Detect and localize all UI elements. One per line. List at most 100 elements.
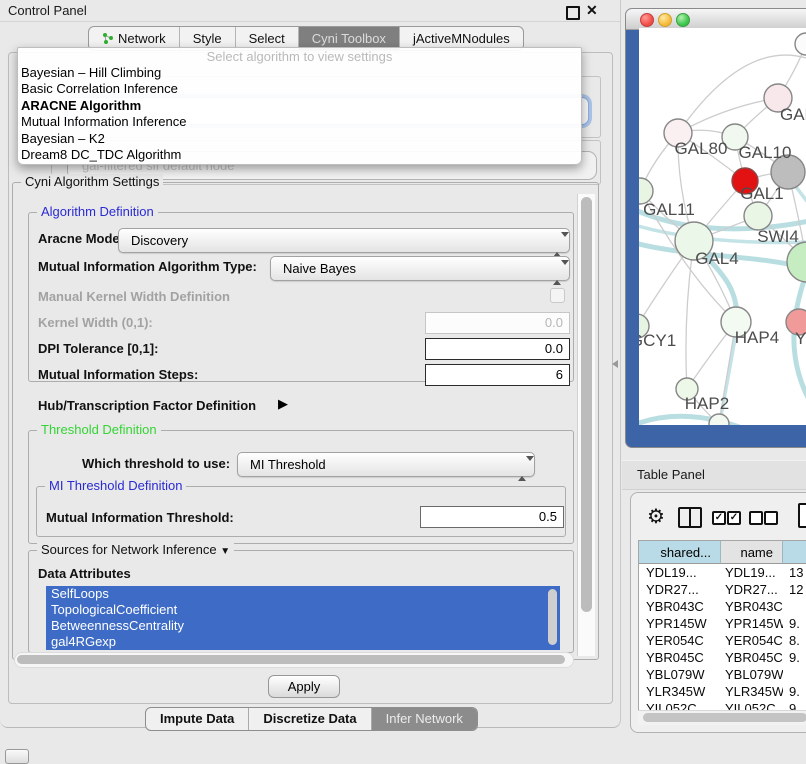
kernel-width-field[interactable]: 0.0 — [425, 312, 570, 334]
node-label-gal80: GAL80 — [675, 139, 728, 158]
scrollbar-thumb[interactable] — [17, 655, 565, 664]
mi-steps-field[interactable]: 6 — [425, 364, 570, 386]
table-row[interactable]: YLR345WYLR345W9. — [639, 683, 806, 700]
algorithm-option-dream8-dc-tdc-algorithm[interactable]: Dream8 DC_TDC Algorithm — [18, 147, 581, 163]
dpi-tolerance-label: DPI Tolerance [0,1]: — [38, 341, 158, 356]
table-cell: YDL19... — [721, 564, 783, 581]
deselect-checkbox-icon[interactable] — [749, 511, 763, 525]
sources-title-text: Sources for Network Inference — [41, 542, 217, 557]
network-node[interactable] — [787, 242, 806, 282]
column-header-2[interactable] — [783, 541, 806, 564]
algorithm-dropdown-list: Select algorithm to view settings Bayesi… — [17, 47, 582, 165]
attribute-item-gal4rgexp[interactable]: gal4RGexp — [46, 634, 560, 650]
which-threshold-combo[interactable]: MI Threshold — [237, 452, 535, 477]
split-columns-icon[interactable] — [678, 507, 702, 528]
hub-expand-caret-icon[interactable]: ▶ — [278, 396, 288, 412]
table-row[interactable]: YIL052CYIL052C9. — [639, 700, 806, 710]
table-header-row: shared...name — [639, 541, 806, 564]
apply-button[interactable]: Apply — [268, 675, 340, 698]
table-cell: YIL052C — [721, 700, 783, 710]
new-table-icon[interactable] — [798, 503, 806, 528]
table-cell: 12 — [783, 581, 806, 598]
table-cell: YDR27... — [721, 581, 783, 598]
tab-discretize-data[interactable]: Discretize Data — [248, 708, 370, 730]
float-window-icon[interactable] — [566, 6, 580, 20]
table-cell: YBR045C — [639, 649, 721, 666]
close-icon[interactable]: ✕ — [586, 2, 598, 19]
table-row[interactable]: YDR27...YDR27...12 — [639, 581, 806, 598]
column-header-shared-[interactable]: shared... — [639, 541, 721, 564]
hub-definition-label[interactable]: Hub/Transcription Factor Definition — [38, 398, 256, 413]
tab-infer-network[interactable]: Infer Network — [371, 708, 477, 730]
attribute-item-selfloops[interactable]: SelfLoops — [46, 586, 560, 602]
column-header-name[interactable]: name — [721, 541, 783, 564]
table-cell: YDL19... — [639, 564, 721, 581]
table-cell: 8. — [783, 632, 806, 649]
threshold-definition-title: Threshold Definition — [37, 422, 161, 437]
settings-horizontal-scrollbar[interactable] — [14, 652, 574, 668]
attribute-item-betweennesscentrality[interactable]: BetweennessCentrality — [46, 618, 560, 634]
network-node[interactable] — [709, 414, 729, 425]
mi-threshold-field[interactable]: 0.5 — [420, 506, 564, 528]
control-panel-title: Control Panel — [8, 3, 87, 18]
table-cell: YPR145W — [721, 615, 783, 632]
close-traffic-light-icon[interactable] — [640, 13, 654, 27]
aracne-mode-value: Discovery — [131, 233, 188, 248]
combo-stepper-icon — [518, 457, 526, 480]
network-node[interactable] — [795, 33, 806, 55]
gear-icon[interactable]: ⚙ — [647, 504, 665, 529]
which-threshold-label: Which threshold to use: — [82, 456, 230, 471]
control-panel-titlebar: Control Panel ✕ — [0, 0, 620, 22]
check-glyph: ✓ — [715, 512, 723, 523]
select-all-checkbox-icon[interactable]: ✓ — [712, 511, 726, 525]
table-cell: 9. — [783, 700, 806, 710]
table-horizontal-scrollbar[interactable] — [638, 710, 806, 725]
sources-collapse-caret-icon[interactable]: ▼ — [220, 546, 230, 557]
table-cell: YBR045C — [721, 649, 783, 666]
node-label-gal10: GAL10 — [739, 143, 792, 162]
table-cell: YIL052C — [639, 700, 721, 710]
network-canvas[interactable]: GALGAL80GAL10GAL1GAL11SWI4GAL4HAP4YGCY1H… — [639, 28, 806, 425]
deselect-checkbox-icon[interactable] — [764, 511, 778, 525]
data-attributes-list[interactable]: SelfLoopsTopologicalCoefficientBetweenne… — [46, 586, 560, 650]
dpi-tolerance-field[interactable]: 0.0 — [425, 338, 570, 360]
settings-vertical-scrollbar[interactable] — [577, 194, 595, 656]
node-label-gcy1: GCY1 — [639, 331, 676, 350]
list-scrollbar-thumb[interactable] — [548, 589, 557, 645]
minimize-traffic-light-icon[interactable] — [658, 13, 672, 27]
sources-group-title[interactable]: Sources for Network Inference ▼ — [37, 542, 234, 557]
table-cell: YLR345W — [721, 683, 783, 700]
table-row[interactable]: YBL079WYBL079W — [639, 666, 806, 683]
node-label-gal: GAL — [780, 105, 806, 124]
algorithm-option-basic-correlation-inference[interactable]: Basic Correlation Inference — [18, 81, 581, 97]
control-panel-window: Control Panel ✕ NetworkStyleSelectCyni T… — [0, 0, 621, 728]
zoom-traffic-light-icon[interactable] — [676, 13, 690, 27]
table-cell: YBL079W — [639, 666, 721, 683]
data-attributes-label: Data Attributes — [38, 566, 131, 581]
algorithm-option-aracne-algorithm[interactable]: ARACNE Algorithm — [18, 98, 581, 114]
splitter-collapse-arrow-icon[interactable] — [612, 360, 618, 368]
node-label-gal11: GAL11 — [643, 200, 695, 219]
table-row[interactable]: YPR145WYPR145W9. — [639, 615, 806, 632]
algorithm-option-bayesian-hill-climbing[interactable]: Bayesian – Hill Climbing — [18, 65, 581, 81]
table-row[interactable]: YER054CYER054C8. — [639, 632, 806, 649]
aracne-mode-combo[interactable]: Discovery — [118, 228, 570, 253]
algorithm-option-mutual-information-inference[interactable]: Mutual Information Inference — [18, 114, 581, 130]
mi-type-combo[interactable]: Naive Bayes — [270, 256, 570, 281]
dropdown-placeholder: Select algorithm to view settings — [18, 48, 581, 65]
attribute-item-topologicalcoefficient[interactable]: TopologicalCoefficient — [46, 602, 560, 618]
network-node[interactable] — [744, 202, 772, 230]
table-row[interactable]: YDL19...YDL19...13 — [639, 564, 806, 581]
table-body: YDL19...YDL19...13YDR27...YDR27...12YBR0… — [639, 564, 806, 711]
scrollbar-thumb[interactable] — [581, 197, 592, 612]
manual-kernel-checkbox[interactable] — [550, 288, 565, 303]
table-row[interactable]: YBR043CYBR043C — [639, 598, 806, 615]
mi-steps-label: Mutual Information Steps: — [38, 367, 198, 382]
table-row[interactable]: YBR045CYBR045C9. — [639, 649, 806, 666]
select-all-checkbox-icon[interactable]: ✓ — [727, 511, 741, 525]
algorithm-option-bayesian-k2[interactable]: Bayesian – K2 — [18, 131, 581, 147]
combo-stepper-icon — [553, 261, 561, 284]
scrollbar-thumb[interactable] — [643, 713, 806, 722]
settings-group-title: Cyni Algorithm Settings — [21, 174, 163, 189]
tab-impute-data[interactable]: Impute Data — [146, 708, 248, 730]
